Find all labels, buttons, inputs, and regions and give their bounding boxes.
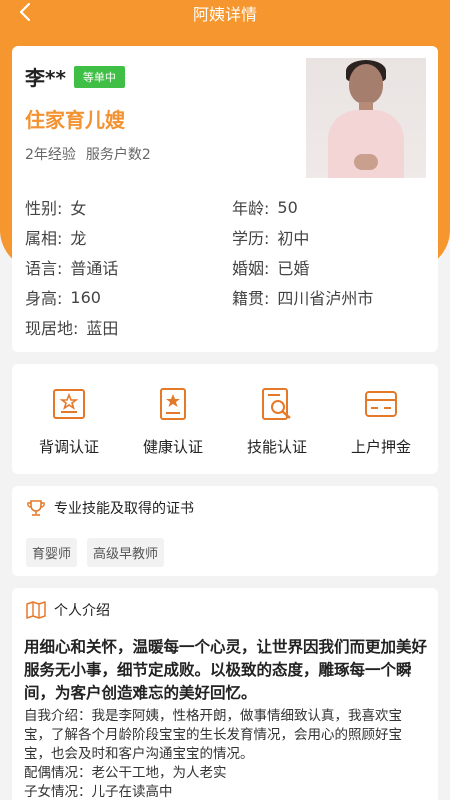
info-label: 学历: [232, 229, 270, 248]
skills-card: 专业技能及取得的证书 育婴师 高级早教师 [12, 486, 438, 576]
info-label: 现居地: [25, 319, 79, 338]
info-value: 女 [70, 199, 87, 218]
profile-card: 李** 等单中 住家育儿嫂 2年经验 服务户数2 性别: 女 属相: 龙 语言: 普通… [12, 46, 438, 352]
cert-skill[interactable]: 技能认证 [232, 386, 322, 457]
info-row-residence: 现居地: 蓝田 [25, 312, 118, 342]
intro-section-title: 个人介绍 [26, 600, 110, 620]
deposit-card-icon [363, 386, 399, 422]
skill-tags: 育婴师 高级早教师 [26, 538, 165, 567]
spouse-info: 配偶情况：老公干工地，为人老实 [24, 765, 227, 781]
skills-section-title: 专业技能及取得的证书 [26, 498, 194, 518]
page-title: 阿姨详情 [192, 5, 257, 24]
info-value: 160 [70, 287, 101, 307]
job-title: 住家育儿嫂 [25, 108, 125, 132]
info-row-education: 学历: 初中 [232, 222, 373, 252]
info-row-hometown: 籍贯: 四川省泸州市 [232, 282, 373, 312]
info-label: 语言: [25, 259, 63, 278]
info-row-marital: 婚姻: 已婚 [232, 252, 373, 282]
info-label: 籍贯: [232, 289, 270, 308]
info-value: 蓝田 [86, 319, 119, 338]
info-row-language: 语言: 普通话 [25, 252, 118, 282]
info-column-left: 性别: 女 属相: 龙 语言: 普通话 身高: 160 现居地: 蓝田 [25, 192, 118, 342]
nav-bar: 阿姨详情 [0, 0, 450, 26]
info-value: 已婚 [277, 259, 310, 278]
cert-label: 背调认证 [38, 438, 99, 456]
trophy-icon [27, 500, 45, 516]
health-card-icon [155, 386, 191, 422]
info-label: 婚姻: [232, 259, 270, 278]
info-value: 初中 [277, 229, 310, 248]
experience-summary: 2年经验 服务户数2 [25, 144, 151, 164]
cert-background-check[interactable]: 背调认证 [24, 386, 114, 457]
chevron-left-icon [19, 2, 31, 22]
experience-years: 2年经验 [25, 147, 76, 163]
info-value: 龙 [70, 229, 87, 248]
cert-label: 上户押金 [350, 438, 411, 456]
self-introduction: 自我介绍：我是李阿姨，性格开朗，做事情细致认真，我喜欢宝宝，了解各个月龄阶段宝宝… [24, 708, 402, 762]
name-row: 李** 等单中 [25, 62, 125, 91]
caregiver-name: 李** [25, 66, 66, 90]
caregiver-photo[interactable] [306, 58, 426, 178]
children-info: 子女情况：儿子在读高中 [24, 784, 173, 800]
info-label: 身高: [25, 289, 63, 308]
cert-label: 技能认证 [246, 438, 307, 456]
info-column-right: 年龄: 50 学历: 初中 婚姻: 已婚 籍贯: 四川省泸州市 [232, 192, 373, 312]
section-title-text: 专业技能及取得的证书 [54, 501, 194, 517]
status-badge: 等单中 [73, 65, 125, 88]
map-icon [26, 601, 46, 619]
cert-label: 健康认证 [142, 438, 203, 456]
info-row-zodiac: 属相: 龙 [25, 222, 118, 252]
intro-body: 用细心和关怀，温暖每一个心灵，让世界因我们而更加美好服务无小事，细节定成败。以极… [24, 636, 428, 800]
info-label: 性别: [25, 199, 63, 218]
cert-deposit[interactable]: 上户押金 [336, 386, 426, 457]
certificate-icon [51, 386, 87, 422]
info-value: 四川省泸州市 [277, 289, 374, 308]
households-served: 服务户数2 [85, 147, 151, 163]
section-title-text: 个人介绍 [54, 603, 110, 619]
info-row-age: 年龄: 50 [232, 192, 373, 222]
intro-headline: 用细心和关怀，温暖每一个心灵，让世界因我们而更加美好服务无小事，细节定成败。以极… [24, 638, 428, 702]
info-label: 属相: [25, 229, 63, 248]
intro-card: 个人介绍 用细心和关怀，温暖每一个心灵，让世界因我们而更加美好服务无小事，细节定… [12, 588, 438, 800]
certifications-card: 背调认证 健康认证 技能认证 上户押金 [12, 364, 438, 474]
back-button[interactable] [14, 1, 36, 23]
skill-tag: 高级早教师 [87, 538, 165, 567]
info-value: 50 [277, 197, 298, 217]
info-value: 普通话 [70, 259, 119, 278]
skill-tag: 育婴师 [26, 538, 78, 567]
skill-search-icon [259, 386, 295, 422]
cert-health[interactable]: 健康认证 [128, 386, 218, 457]
info-row-height: 身高: 160 [25, 282, 118, 312]
info-label: 年龄: [232, 199, 270, 218]
info-row-gender: 性别: 女 [25, 192, 118, 222]
